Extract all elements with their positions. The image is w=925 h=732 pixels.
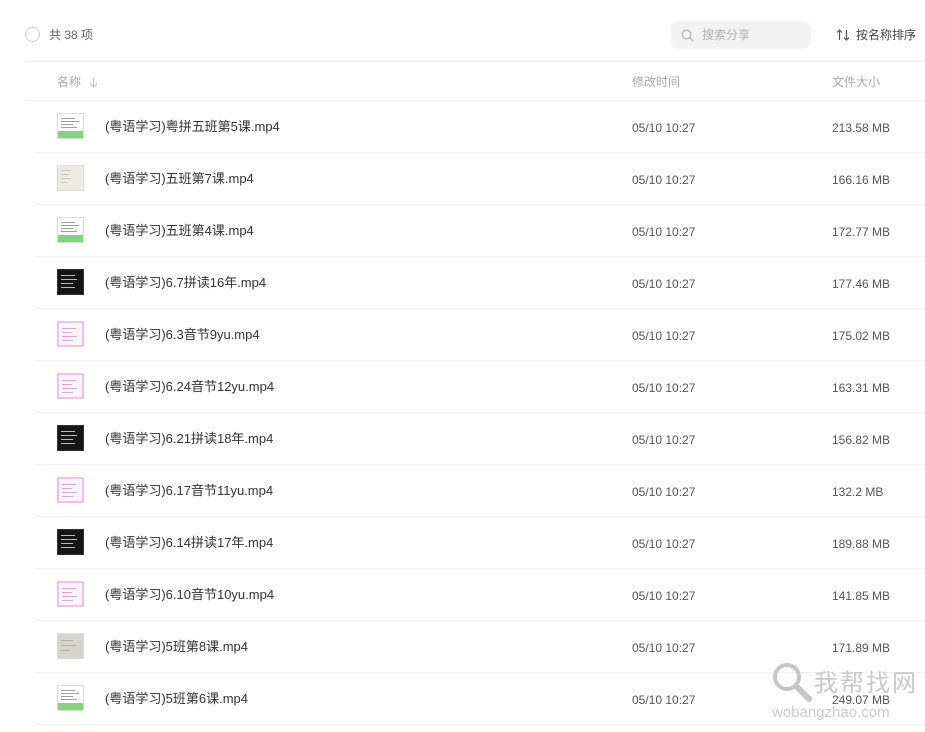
search-input[interactable] <box>700 27 804 43</box>
video-thumbnail <box>57 269 84 295</box>
file-name[interactable]: (粤语学习)粤拼五班第5课.mp4 <box>105 119 280 135</box>
toolbar: 共 38 项 按名称排序 <box>0 0 925 70</box>
file-row[interactable]: (粤语学习)五班第7课.mp4 05/10 10:27 166.16 MB <box>0 153 925 205</box>
file-modified-time: 05/10 10:27 <box>632 641 696 655</box>
file-modified-time: 05/10 10:27 <box>632 121 696 135</box>
file-modified-time: 05/10 10:27 <box>632 277 696 291</box>
file-size: 189.88 MB <box>832 537 891 551</box>
file-modified-time: 05/10 10:27 <box>632 693 696 707</box>
file-name[interactable]: (粤语学习)6.7拼读16年.mp4 <box>105 275 266 291</box>
video-thumbnail <box>57 633 84 659</box>
file-row[interactable]: (粤语学习)6.21拼读18年.mp4 05/10 10:27 156.82 MB <box>0 413 925 465</box>
file-size: 177.46 MB <box>832 277 891 291</box>
file-name[interactable]: (粤语学习)6.14拼读17年.mp4 <box>105 535 273 551</box>
file-row[interactable]: (粤语学习)6.7拼读16年.mp4 05/10 10:27 177.46 MB <box>0 257 925 309</box>
file-name[interactable]: (粤语学习)6.10音节10yu.mp4 <box>105 587 274 603</box>
file-size: 171.89 MB <box>832 641 891 655</box>
file-size: 132.2 MB <box>832 485 884 499</box>
column-name[interactable]: 名称 <box>57 74 98 90</box>
file-row[interactable]: (粤语学习)6.10音节10yu.mp4 05/10 10:27 141.85 MB <box>0 569 925 621</box>
file-list: (粤语学习)粤拼五班第5课.mp4 05/10 10:27 213.58 MB (粤语… <box>0 101 925 725</box>
file-size: 141.85 MB <box>832 589 891 603</box>
video-thumbnail <box>57 529 84 555</box>
video-thumbnail <box>57 217 84 243</box>
file-row[interactable]: (粤语学习)粤拼五班第5课.mp4 05/10 10:27 213.58 MB <box>0 101 925 153</box>
file-size: 172.77 MB <box>832 225 891 239</box>
column-modified[interactable]: 修改时间 <box>632 74 680 90</box>
search-box[interactable] <box>671 21 811 49</box>
file-modified-time: 05/10 10:27 <box>632 381 696 395</box>
sort-label: 按名称排序 <box>856 28 917 42</box>
sort-button[interactable]: 按名称排序 <box>836 27 916 43</box>
video-thumbnail <box>57 321 84 347</box>
file-name[interactable]: (粤语学习)5班第6课.mp4 <box>105 691 248 707</box>
file-name[interactable]: (粤语学习)5班第8课.mp4 <box>105 639 248 655</box>
file-name[interactable]: (粤语学习)6.17音节11yu.mp4 <box>105 483 273 499</box>
file-size: 163.31 MB <box>832 381 891 395</box>
select-all-checkbox[interactable] <box>25 27 40 42</box>
file-modified-time: 05/10 10:27 <box>632 433 696 447</box>
file-modified-time: 05/10 10:27 <box>632 589 696 603</box>
arrow-down-icon <box>89 77 98 88</box>
file-name[interactable]: (粤语学习)五班第7课.mp4 <box>105 171 254 187</box>
file-size: 156.82 MB <box>832 433 891 447</box>
watermark-text: 我帮找网 <box>814 670 918 697</box>
video-thumbnail <box>57 113 84 139</box>
video-thumbnail <box>57 165 84 191</box>
file-row[interactable]: (粤语学习)6.24音节12yu.mp4 05/10 10:27 163.31 MB <box>0 361 925 413</box>
search-icon <box>681 29 694 41</box>
column-header: 名称 修改时间 文件大小 <box>25 61 925 101</box>
video-thumbnail <box>57 685 84 711</box>
file-size: 213.58 MB <box>832 121 891 135</box>
file-row[interactable]: (粤语学习)6.14拼读17年.mp4 05/10 10:27 189.88 MB <box>0 517 925 569</box>
file-row[interactable]: (粤语学习)6.3音节9yu.mp4 05/10 10:27 175.02 MB <box>0 309 925 361</box>
video-thumbnail <box>57 581 84 607</box>
file-size: 175.02 MB <box>832 329 891 343</box>
file-modified-time: 05/10 10:27 <box>632 485 696 499</box>
file-modified-time: 05/10 10:27 <box>632 225 696 239</box>
video-thumbnail <box>57 425 84 451</box>
item-count: 共 38 项 <box>49 28 94 42</box>
file-modified-time: 05/10 10:27 <box>632 537 696 551</box>
file-name[interactable]: (粤语学习)6.24音节12yu.mp4 <box>105 379 274 395</box>
column-size[interactable]: 文件大小 <box>832 74 880 90</box>
file-size: 166.16 MB <box>832 173 891 187</box>
watermark: 我帮找网 wobangzhao.com <box>768 660 925 726</box>
file-row[interactable]: (粤语学习)6.17音节11yu.mp4 05/10 10:27 132.2 MB <box>0 465 925 517</box>
video-thumbnail <box>57 373 84 399</box>
file-name[interactable]: (粤语学习)6.21拼读18年.mp4 <box>105 431 273 447</box>
file-modified-time: 05/10 10:27 <box>632 173 696 187</box>
sort-arrows-icon <box>836 29 850 41</box>
magnifier-logo <box>773 663 812 702</box>
file-modified-time: 05/10 10:27 <box>632 329 696 343</box>
video-thumbnail <box>57 477 84 503</box>
file-name[interactable]: (粤语学习)五班第4课.mp4 <box>105 223 254 239</box>
file-name[interactable]: (粤语学习)6.3音节9yu.mp4 <box>105 327 260 343</box>
watermark-url: wobangzhao.com <box>772 704 890 721</box>
column-name-label: 名称 <box>57 75 82 89</box>
file-row[interactable]: (粤语学习)五班第4课.mp4 05/10 10:27 172.77 MB <box>0 205 925 257</box>
